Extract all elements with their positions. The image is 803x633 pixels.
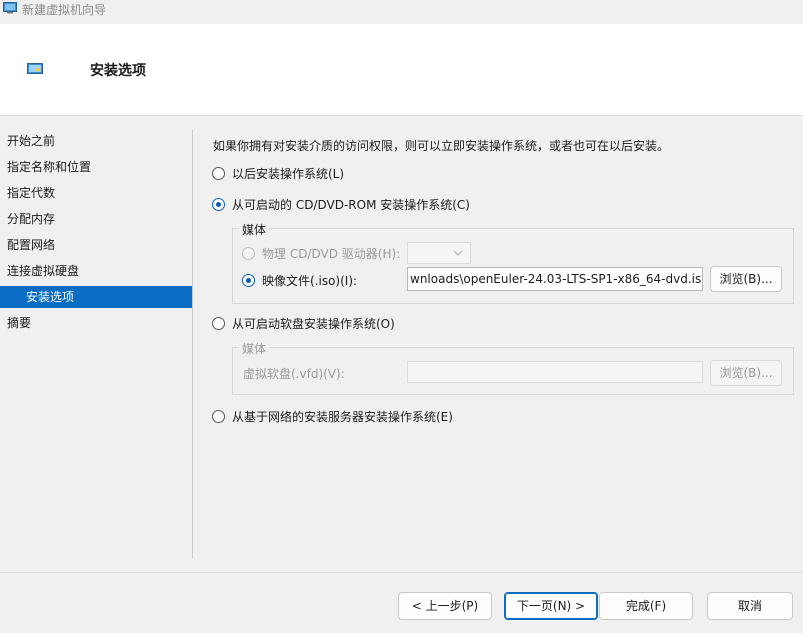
install-options-icon	[27, 63, 43, 74]
step-generation[interactable]: 指定代数	[0, 180, 192, 206]
option-install-from-cd-label: 从可启动的 CD/DVD-ROM 安装操作系统(C)	[232, 197, 470, 212]
chevron-down-icon	[453, 250, 463, 256]
option-install-from-cd[interactable]: 从可启动的 CD/DVD-ROM 安装操作系统(C)	[212, 195, 470, 213]
window-title: 新建虚拟机向导	[22, 3, 107, 17]
step-before-you-begin[interactable]: 开始之前	[0, 128, 192, 154]
cd-media-group: 媒体 物理 CD/DVD 驱动器(H): 映像文件(.iso)(I): wnlo…	[232, 221, 794, 304]
wizard-steps: 开始之前 指定名称和位置 指定代数 分配内存 配置网络 连接虚拟硬盘 安装选项 …	[0, 128, 192, 336]
next-button[interactable]: 下一页(N) >	[504, 592, 598, 620]
browse-vfd-button: 浏览(B)...	[710, 360, 782, 386]
sidebar-divider	[192, 130, 193, 558]
image-file-path-input[interactable]: wnloads\openEuler-24.03-LTS-SP1-x86_64-d…	[407, 267, 703, 291]
vfd-label: 虚拟软盘(.vfd)(V):	[243, 367, 345, 381]
finish-button[interactable]: 完成(F)	[599, 592, 693, 620]
radio-physical-drive	[242, 246, 255, 260]
radio-install-from-floppy[interactable]	[212, 316, 225, 330]
radio-install-from-cd[interactable]	[212, 197, 225, 211]
wizard-header: 安装选项	[0, 24, 803, 116]
page-title: 安装选项	[90, 63, 146, 79]
option-install-from-floppy[interactable]: 从可启动软盘安装操作系统(O)	[212, 314, 395, 332]
browse-iso-button[interactable]: 浏览(B)...	[710, 266, 782, 292]
step-install-options[interactable]: 安装选项	[0, 286, 192, 308]
option-install-later[interactable]: 以后安装操作系统(L)	[212, 164, 344, 182]
description-text: 如果你拥有对安装介质的访问权限，则可以立即安装操作系统，或者也可在以后安装。	[213, 139, 670, 153]
image-file-label: 映像文件(.iso)(I):	[262, 273, 358, 288]
option-install-from-floppy-label: 从可启动软盘安装操作系统(O)	[232, 316, 395, 331]
radio-image-file[interactable]	[242, 273, 255, 287]
wizard-footer: < 上一步(P) 下一页(N) > 完成(F) 取消	[0, 572, 803, 633]
option-physical-drive: 物理 CD/DVD 驱动器(H):	[242, 244, 400, 262]
hyperv-vm-icon	[3, 2, 17, 14]
previous-button[interactable]: < 上一步(P)	[398, 592, 492, 620]
floppy-media-group: 媒体 虚拟软盘(.vfd)(V): 浏览(B)...	[232, 340, 794, 395]
physical-drive-label: 物理 CD/DVD 驱动器(H):	[262, 246, 401, 261]
option-install-from-network-label: 从基于网络的安装服务器安装操作系统(E)	[232, 409, 453, 424]
title-bar: 新建虚拟机向导	[0, 0, 803, 24]
cd-media-legend: 媒体	[239, 221, 270, 238]
step-memory[interactable]: 分配内存	[0, 206, 192, 232]
physical-drive-select	[407, 242, 471, 264]
step-summary[interactable]: 摘要	[0, 310, 192, 336]
install-options-panel: 如果你拥有对安装介质的访问权限，则可以立即安装操作系统，或者也可在以后安装。 以…	[212, 130, 802, 560]
radio-install-from-network[interactable]	[212, 409, 225, 423]
vfd-path-input	[407, 361, 703, 383]
floppy-media-legend: 媒体	[239, 340, 270, 357]
option-install-from-network[interactable]: 从基于网络的安装服务器安装操作系统(E)	[212, 407, 453, 425]
radio-install-later[interactable]	[212, 166, 225, 180]
step-network[interactable]: 配置网络	[0, 232, 192, 258]
option-image-file[interactable]: 映像文件(.iso)(I):	[242, 271, 357, 289]
option-install-later-label: 以后安装操作系统(L)	[232, 166, 345, 181]
cancel-button[interactable]: 取消	[707, 592, 793, 620]
step-virtual-disk[interactable]: 连接虚拟硬盘	[0, 258, 192, 284]
step-name-and-location[interactable]: 指定名称和位置	[0, 154, 192, 180]
